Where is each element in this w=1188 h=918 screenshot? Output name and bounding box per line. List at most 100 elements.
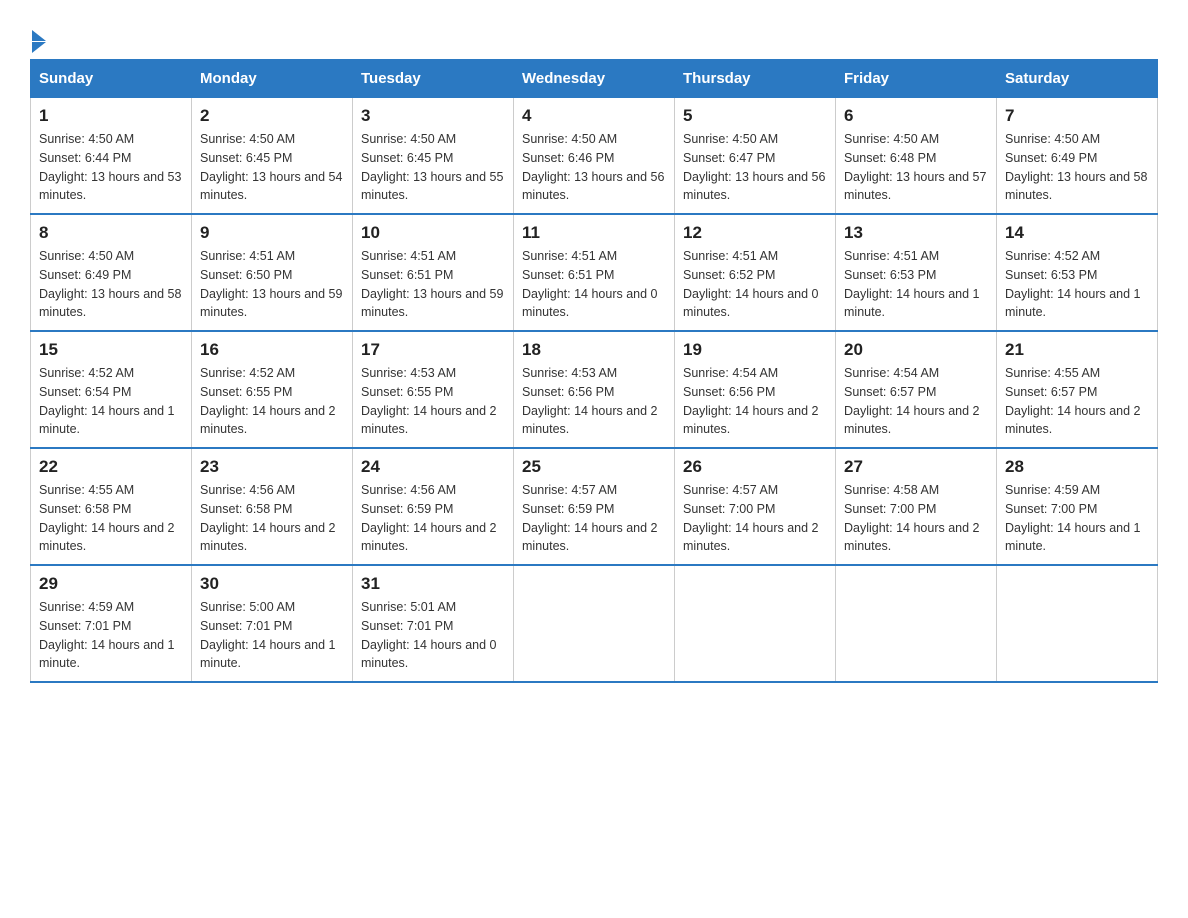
calendar-cell: 6 Sunrise: 4:50 AMSunset: 6:48 PMDayligh… <box>836 98 997 215</box>
day-info: Sunrise: 4:51 AMSunset: 6:50 PMDaylight:… <box>200 247 344 322</box>
calendar-cell: 18 Sunrise: 4:53 AMSunset: 6:56 PMDaylig… <box>514 331 675 448</box>
calendar-cell: 14 Sunrise: 4:52 AMSunset: 6:53 PMDaylig… <box>997 214 1158 331</box>
day-number: 26 <box>683 457 827 477</box>
calendar-cell: 9 Sunrise: 4:51 AMSunset: 6:50 PMDayligh… <box>192 214 353 331</box>
calendar-week-row: 1 Sunrise: 4:50 AMSunset: 6:44 PMDayligh… <box>31 98 1158 215</box>
calendar-cell: 11 Sunrise: 4:51 AMSunset: 6:51 PMDaylig… <box>514 214 675 331</box>
calendar-cell: 4 Sunrise: 4:50 AMSunset: 6:46 PMDayligh… <box>514 98 675 215</box>
day-number: 29 <box>39 574 183 594</box>
col-header-tuesday: Tuesday <box>353 60 514 98</box>
calendar-cell: 29 Sunrise: 4:59 AMSunset: 7:01 PMDaylig… <box>31 565 192 682</box>
day-info: Sunrise: 4:50 AMSunset: 6:49 PMDaylight:… <box>39 247 183 322</box>
day-info: Sunrise: 4:59 AMSunset: 7:00 PMDaylight:… <box>1005 481 1149 556</box>
day-number: 17 <box>361 340 505 360</box>
calendar-cell: 24 Sunrise: 4:56 AMSunset: 6:59 PMDaylig… <box>353 448 514 565</box>
calendar-cell: 28 Sunrise: 4:59 AMSunset: 7:00 PMDaylig… <box>997 448 1158 565</box>
calendar-header-row: SundayMondayTuesdayWednesdayThursdayFrid… <box>31 60 1158 98</box>
col-header-saturday: Saturday <box>997 60 1158 98</box>
calendar-cell: 1 Sunrise: 4:50 AMSunset: 6:44 PMDayligh… <box>31 98 192 215</box>
day-number: 9 <box>200 223 344 243</box>
day-info: Sunrise: 4:50 AMSunset: 6:45 PMDaylight:… <box>361 130 505 205</box>
day-info: Sunrise: 4:50 AMSunset: 6:46 PMDaylight:… <box>522 130 666 205</box>
col-header-wednesday: Wednesday <box>514 60 675 98</box>
calendar-cell: 17 Sunrise: 4:53 AMSunset: 6:55 PMDaylig… <box>353 331 514 448</box>
day-number: 27 <box>844 457 988 477</box>
day-info: Sunrise: 4:57 AMSunset: 7:00 PMDaylight:… <box>683 481 827 556</box>
day-info: Sunrise: 4:51 AMSunset: 6:51 PMDaylight:… <box>522 247 666 322</box>
day-info: Sunrise: 4:50 AMSunset: 6:48 PMDaylight:… <box>844 130 988 205</box>
day-number: 24 <box>361 457 505 477</box>
day-info: Sunrise: 4:59 AMSunset: 7:01 PMDaylight:… <box>39 598 183 673</box>
page-header <box>30 20 1158 49</box>
calendar-cell: 27 Sunrise: 4:58 AMSunset: 7:00 PMDaylig… <box>836 448 997 565</box>
calendar-cell: 13 Sunrise: 4:51 AMSunset: 6:53 PMDaylig… <box>836 214 997 331</box>
day-info: Sunrise: 4:52 AMSunset: 6:54 PMDaylight:… <box>39 364 183 439</box>
day-info: Sunrise: 4:56 AMSunset: 6:59 PMDaylight:… <box>361 481 505 556</box>
day-number: 6 <box>844 106 988 126</box>
day-info: Sunrise: 4:54 AMSunset: 6:57 PMDaylight:… <box>844 364 988 439</box>
calendar-cell: 16 Sunrise: 4:52 AMSunset: 6:55 PMDaylig… <box>192 331 353 448</box>
calendar-cell: 25 Sunrise: 4:57 AMSunset: 6:59 PMDaylig… <box>514 448 675 565</box>
day-number: 10 <box>361 223 505 243</box>
day-info: Sunrise: 4:50 AMSunset: 6:45 PMDaylight:… <box>200 130 344 205</box>
day-info: Sunrise: 4:58 AMSunset: 7:00 PMDaylight:… <box>844 481 988 556</box>
day-info: Sunrise: 4:51 AMSunset: 6:52 PMDaylight:… <box>683 247 827 322</box>
day-number: 20 <box>844 340 988 360</box>
calendar-cell: 7 Sunrise: 4:50 AMSunset: 6:49 PMDayligh… <box>997 98 1158 215</box>
day-info: Sunrise: 4:55 AMSunset: 6:58 PMDaylight:… <box>39 481 183 556</box>
day-number: 11 <box>522 223 666 243</box>
day-number: 16 <box>200 340 344 360</box>
calendar-cell: 8 Sunrise: 4:50 AMSunset: 6:49 PMDayligh… <box>31 214 192 331</box>
day-info: Sunrise: 4:50 AMSunset: 6:49 PMDaylight:… <box>1005 130 1149 205</box>
day-number: 4 <box>522 106 666 126</box>
day-info: Sunrise: 4:51 AMSunset: 6:53 PMDaylight:… <box>844 247 988 322</box>
calendar-cell: 31 Sunrise: 5:01 AMSunset: 7:01 PMDaylig… <box>353 565 514 682</box>
calendar-cell: 10 Sunrise: 4:51 AMSunset: 6:51 PMDaylig… <box>353 214 514 331</box>
day-number: 19 <box>683 340 827 360</box>
logo <box>30 30 46 49</box>
calendar-cell: 23 Sunrise: 4:56 AMSunset: 6:58 PMDaylig… <box>192 448 353 565</box>
day-number: 18 <box>522 340 666 360</box>
calendar-week-row: 22 Sunrise: 4:55 AMSunset: 6:58 PMDaylig… <box>31 448 1158 565</box>
calendar-table: SundayMondayTuesdayWednesdayThursdayFrid… <box>30 59 1158 683</box>
day-number: 13 <box>844 223 988 243</box>
day-number: 25 <box>522 457 666 477</box>
day-number: 8 <box>39 223 183 243</box>
day-number: 5 <box>683 106 827 126</box>
col-header-friday: Friday <box>836 60 997 98</box>
day-number: 28 <box>1005 457 1149 477</box>
day-number: 14 <box>1005 223 1149 243</box>
day-info: Sunrise: 4:52 AMSunset: 6:53 PMDaylight:… <box>1005 247 1149 322</box>
calendar-cell: 5 Sunrise: 4:50 AMSunset: 6:47 PMDayligh… <box>675 98 836 215</box>
day-info: Sunrise: 4:51 AMSunset: 6:51 PMDaylight:… <box>361 247 505 322</box>
day-info: Sunrise: 4:53 AMSunset: 6:55 PMDaylight:… <box>361 364 505 439</box>
day-number: 2 <box>200 106 344 126</box>
calendar-cell: 21 Sunrise: 4:55 AMSunset: 6:57 PMDaylig… <box>997 331 1158 448</box>
calendar-week-row: 29 Sunrise: 4:59 AMSunset: 7:01 PMDaylig… <box>31 565 1158 682</box>
col-header-monday: Monday <box>192 60 353 98</box>
day-info: Sunrise: 4:53 AMSunset: 6:56 PMDaylight:… <box>522 364 666 439</box>
day-number: 21 <box>1005 340 1149 360</box>
day-info: Sunrise: 4:50 AMSunset: 6:44 PMDaylight:… <box>39 130 183 205</box>
calendar-cell <box>997 565 1158 682</box>
calendar-cell: 2 Sunrise: 4:50 AMSunset: 6:45 PMDayligh… <box>192 98 353 215</box>
calendar-cell: 26 Sunrise: 4:57 AMSunset: 7:00 PMDaylig… <box>675 448 836 565</box>
calendar-cell <box>836 565 997 682</box>
day-number: 22 <box>39 457 183 477</box>
day-number: 15 <box>39 340 183 360</box>
calendar-cell <box>675 565 836 682</box>
calendar-cell: 30 Sunrise: 5:00 AMSunset: 7:01 PMDaylig… <box>192 565 353 682</box>
calendar-week-row: 8 Sunrise: 4:50 AMSunset: 6:49 PMDayligh… <box>31 214 1158 331</box>
day-number: 30 <box>200 574 344 594</box>
calendar-cell: 22 Sunrise: 4:55 AMSunset: 6:58 PMDaylig… <box>31 448 192 565</box>
calendar-cell: 20 Sunrise: 4:54 AMSunset: 6:57 PMDaylig… <box>836 331 997 448</box>
day-info: Sunrise: 5:01 AMSunset: 7:01 PMDaylight:… <box>361 598 505 673</box>
day-number: 31 <box>361 574 505 594</box>
calendar-cell: 3 Sunrise: 4:50 AMSunset: 6:45 PMDayligh… <box>353 98 514 215</box>
day-info: Sunrise: 4:55 AMSunset: 6:57 PMDaylight:… <box>1005 364 1149 439</box>
day-info: Sunrise: 5:00 AMSunset: 7:01 PMDaylight:… <box>200 598 344 673</box>
col-header-sunday: Sunday <box>31 60 192 98</box>
calendar-week-row: 15 Sunrise: 4:52 AMSunset: 6:54 PMDaylig… <box>31 331 1158 448</box>
day-info: Sunrise: 4:57 AMSunset: 6:59 PMDaylight:… <box>522 481 666 556</box>
day-number: 1 <box>39 106 183 126</box>
